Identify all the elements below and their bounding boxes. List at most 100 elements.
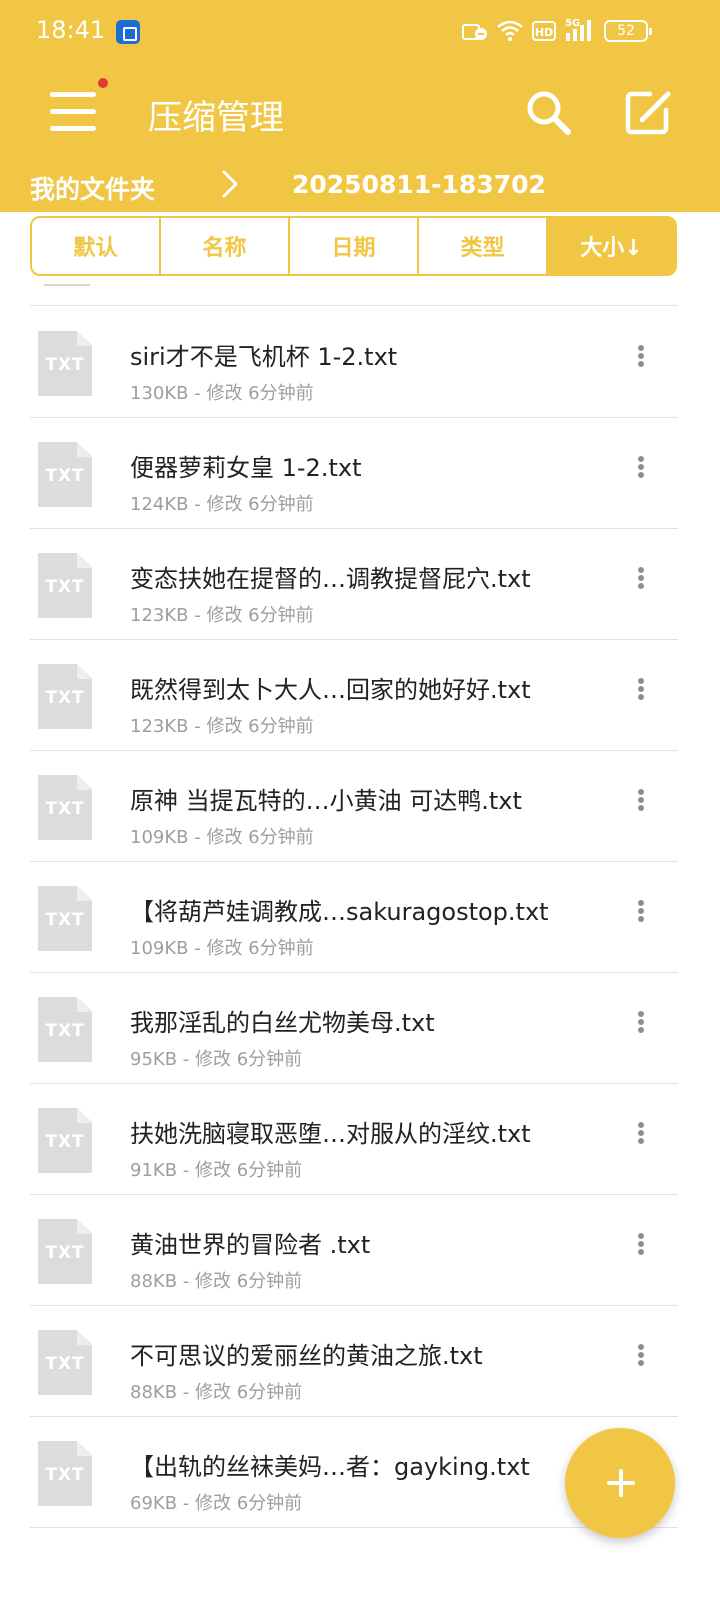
5g-signal-icon: 5G <box>565 18 591 41</box>
more-options-button[interactable] <box>626 1229 656 1259</box>
more-vertical-dot <box>638 1019 644 1025</box>
app-header: 18:41 HD 5G 52 压缩管理 我的文件夹 20250811-18370… <box>0 0 720 212</box>
more-vertical-icon <box>638 567 644 573</box>
file-meta: 109KB - 修改 6分钟前 <box>130 827 314 848</box>
tab-sort-name[interactable]: 名称 <box>161 218 290 274</box>
file-type-label: TXT <box>45 1354 85 1374</box>
hamburger-bar <box>50 109 96 114</box>
nfc-icon <box>462 24 487 40</box>
edit-button[interactable] <box>622 86 674 138</box>
more-vertical-icon <box>638 1233 644 1239</box>
file-meta: 95KB - 修改 6分钟前 <box>130 1049 303 1070</box>
more-vertical-dot <box>638 464 644 470</box>
more-vertical-dot <box>638 694 644 700</box>
more-vertical-icon <box>638 900 644 906</box>
file-name: 便器萝莉女皇 1-2.txt <box>130 454 362 482</box>
add-button[interactable] <box>565 1428 675 1538</box>
more-vertical-dot <box>638 805 644 811</box>
tab-sort-date[interactable]: 日期 <box>290 218 419 274</box>
file-meta: 109KB - 修改 6分钟前 <box>130 938 314 959</box>
tab-sort-size[interactable]: 大小↓ <box>548 218 675 274</box>
more-vertical-dot <box>638 575 644 581</box>
more-vertical-dot <box>638 353 644 359</box>
file-meta: 130KB - 修改 6分钟前 <box>130 383 314 404</box>
more-options-button[interactable] <box>626 785 656 815</box>
file-type-label: TXT <box>45 466 85 486</box>
hamburger-bar <box>50 126 96 131</box>
breadcrumb-current[interactable]: 20250811-183702 <box>292 170 546 199</box>
file-meta: 91KB - 修改 6分钟前 <box>130 1160 303 1181</box>
tab-sort-default[interactable]: 默认 <box>32 218 161 274</box>
page-title: 压缩管理 <box>148 98 284 138</box>
more-options-button[interactable] <box>626 674 656 704</box>
file-name: 变态扶她在提督的…调教提督屁穴.txt <box>130 565 531 593</box>
more-vertical-dot <box>638 1130 644 1136</box>
file-type-label: TXT <box>45 355 85 375</box>
hd-icon: HD <box>532 21 556 41</box>
more-options-button[interactable] <box>626 1340 656 1370</box>
battery-icon: 52 <box>604 20 652 42</box>
more-options-button[interactable] <box>626 452 656 482</box>
more-vertical-dot <box>638 1138 644 1144</box>
file-name: 不可思议的爱丽丝的黄油之旅.txt <box>130 1342 483 1370</box>
file-name: 我那淫乱的白丝尤物美母.txt <box>130 1009 435 1037</box>
more-vertical-dot <box>638 1241 644 1247</box>
more-vertical-icon <box>638 345 644 351</box>
file-type-label: TXT <box>45 799 85 819</box>
more-vertical-icon <box>638 678 644 684</box>
txt-file-icon: TXT <box>38 1108 92 1173</box>
file-type-label: TXT <box>45 910 85 930</box>
hamburger-menu-icon <box>50 92 96 97</box>
breadcrumb-root[interactable]: 我的文件夹 <box>30 170 155 206</box>
more-vertical-icon <box>638 1011 644 1017</box>
file-name: 【将葫芦娃调教成…sakuragostop.txt <box>130 898 549 926</box>
more-options-button[interactable] <box>626 1007 656 1037</box>
more-options-button[interactable] <box>626 1118 656 1148</box>
more-vertical-dot <box>638 916 644 922</box>
file-list-item[interactable]: TXT 既然得到太卜大人…回家的她好好.txt 123KB - 修改 6分钟前 <box>30 640 678 751</box>
file-list-item[interactable]: TXT 黄油世界的冒险者 .txt 88KB - 修改 6分钟前 <box>30 1195 678 1306</box>
more-options-button[interactable] <box>626 896 656 926</box>
txt-file-icon: TXT <box>38 442 92 507</box>
status-bar: 18:41 HD 5G 52 <box>0 0 720 62</box>
more-options-button[interactable] <box>626 563 656 593</box>
more-vertical-icon <box>638 456 644 462</box>
more-vertical-dot <box>638 1027 644 1033</box>
file-list-item[interactable]: TXT 扶她洗脑寝取恶堕…对服从的淫纹.txt 91KB - 修改 6分钟前 <box>30 1084 678 1195</box>
file-list-item[interactable]: TXT 我那淫乱的白丝尤物美母.txt 95KB - 修改 6分钟前 <box>30 973 678 1084</box>
txt-file-icon: TXT <box>38 775 92 840</box>
txt-file-icon: TXT <box>38 664 92 729</box>
chevron-right-icon <box>222 170 238 198</box>
more-vertical-dot <box>638 797 644 803</box>
file-type-label: TXT <box>45 1243 85 1263</box>
file-list-item[interactable]: TXT 便器萝莉女皇 1-2.txt 124KB - 修改 6分钟前 <box>30 418 678 529</box>
more-vertical-dot <box>638 908 644 914</box>
search-button[interactable] <box>522 86 574 138</box>
more-options-button[interactable] <box>626 341 656 371</box>
more-vertical-dot <box>638 686 644 692</box>
file-name: 既然得到太卜大人…回家的她好好.txt <box>130 676 531 704</box>
sort-tabs: 默认 名称 日期 类型 大小↓ <box>30 216 677 276</box>
file-list-item[interactable]: TXT 【将葫芦娃调教成…sakuragostop.txt 109KB - 修改 6… <box>30 862 678 973</box>
file-list-item[interactable]: TXT 不可思议的爱丽丝的黄油之旅.txt 88KB - 修改 6分钟前 <box>30 1306 678 1417</box>
more-vertical-dot <box>638 1352 644 1358</box>
file-meta: 123KB - 修改 6分钟前 <box>130 605 314 626</box>
file-list-item[interactable]: TXT 变态扶她在提督的…调教提督屁穴.txt 123KB - 修改 6分钟前 <box>30 529 678 640</box>
txt-file-icon: TXT <box>38 886 92 951</box>
file-type-label: TXT <box>45 688 85 708</box>
notification-dot <box>98 78 108 88</box>
file-meta: 88KB - 修改 6分钟前 <box>130 1382 303 1403</box>
more-vertical-dot <box>638 472 644 478</box>
file-meta: 124KB - 修改 6分钟前 <box>130 494 314 515</box>
notification-app-icon <box>116 20 140 44</box>
battery-level: 52 <box>617 23 635 39</box>
file-meta: 123KB - 修改 6分钟前 <box>130 716 314 737</box>
file-name: 【出轨的丝袜美妈…者：gayking.txt <box>130 1453 530 1481</box>
file-list-item[interactable]: TXT siri才不是飞机杯 1-2.txt 130KB - 修改 6分钟前 <box>30 307 678 418</box>
menu-button[interactable] <box>50 88 98 136</box>
txt-file-icon: TXT <box>38 331 92 396</box>
file-type-label: TXT <box>45 1465 85 1485</box>
tab-sort-type[interactable]: 类型 <box>419 218 548 274</box>
more-vertical-dot <box>638 1249 644 1255</box>
file-list-item[interactable]: TXT 原神 当提瓦特的…小黄油 可达鸭.txt 109KB - 修改 6分钟前 <box>30 751 678 862</box>
